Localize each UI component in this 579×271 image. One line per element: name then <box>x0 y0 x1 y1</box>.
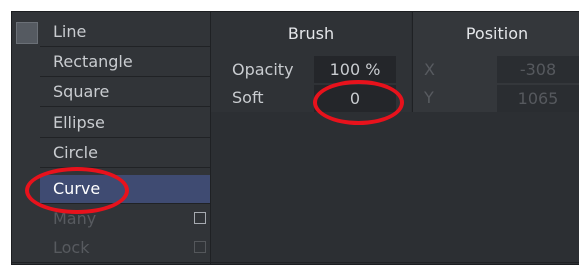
position-header: Position <box>465 24 529 43</box>
soft-label: Soft <box>232 88 264 107</box>
shape-item-line[interactable]: Line <box>40 18 210 47</box>
lock-label: Lock <box>53 238 90 257</box>
x-field[interactable]: -308 <box>497 56 579 83</box>
brush-section: Brush Opacity 100 % Soft 0 <box>211 12 411 112</box>
panel-grip-handle[interactable] <box>16 22 38 44</box>
opacity-field[interactable]: 100 % <box>314 56 396 83</box>
shape-item-label: Ellipse <box>53 113 105 132</box>
shape-item-curve[interactable]: Curve <box>40 175 210 204</box>
many-label: Many <box>53 209 97 228</box>
shape-item-circle[interactable]: Circle <box>40 139 210 168</box>
shape-item-rectangle[interactable]: Rectangle <box>40 48 210 77</box>
shape-item-label: Square <box>53 82 110 101</box>
many-checkbox[interactable] <box>194 212 206 224</box>
shape-item-square[interactable]: Square <box>40 78 210 107</box>
x-label: X <box>424 60 435 79</box>
shape-item-ellipse[interactable]: Ellipse <box>40 109 210 138</box>
shape-list: Line Rectangle Square Ellipse Circle Cur… <box>12 12 211 264</box>
brush-header: Brush <box>287 24 335 43</box>
opacity-label: Opacity <box>232 60 294 79</box>
position-section: Position X -308 Y 1065 <box>412 12 579 112</box>
y-field[interactable]: 1065 <box>497 85 579 112</box>
soft-field[interactable]: 0 <box>314 85 396 112</box>
many-option: Many <box>40 205 210 234</box>
shape-item-label: Line <box>53 22 87 41</box>
y-label: Y <box>424 88 434 107</box>
lock-option: Lock <box>40 234 210 263</box>
shape-tool-panel: Line Rectangle Square Ellipse Circle Cur… <box>11 11 579 265</box>
shape-item-label: Circle <box>53 143 98 162</box>
panel-bottom-divider <box>12 262 579 263</box>
shape-item-label: Curve <box>53 179 101 198</box>
shape-item-label: Rectangle <box>53 52 133 71</box>
lock-checkbox[interactable] <box>194 241 206 253</box>
